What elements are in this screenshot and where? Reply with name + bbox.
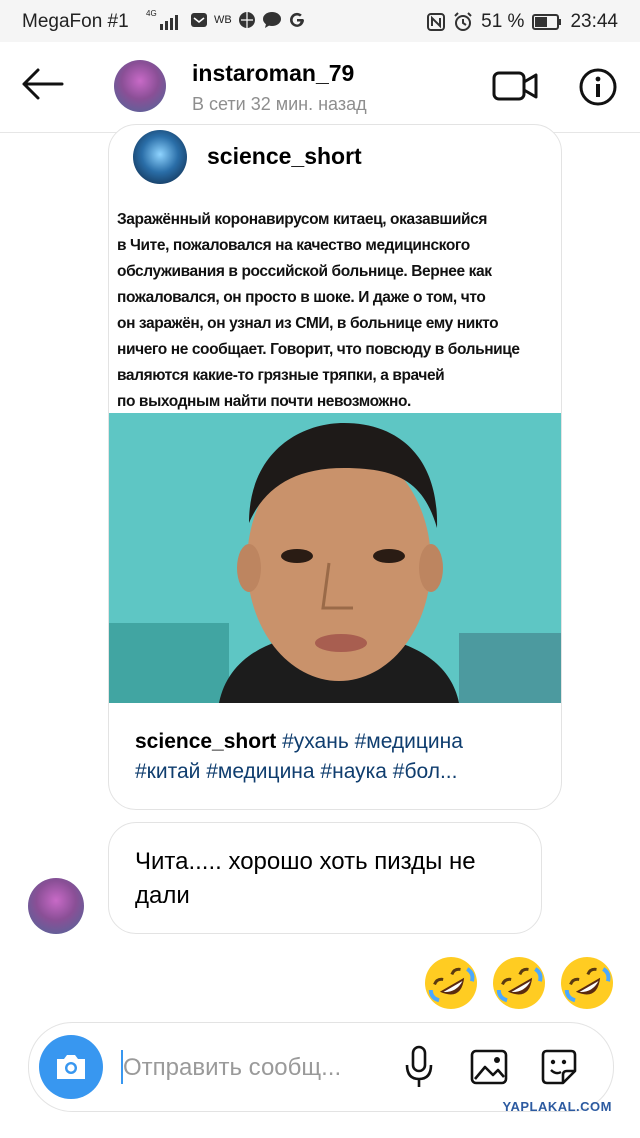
shared-post-card[interactable]: science_short Заражённый коронавирусом к… xyxy=(108,124,562,810)
message-input[interactable] xyxy=(123,1051,393,1085)
notification-icons: WB xyxy=(190,11,306,29)
post-caption[interactable]: science_short #ухань #медицина #китай #м… xyxy=(135,727,545,787)
post-text-line: ничего не сообщает. Говорит, что повсюду… xyxy=(117,341,520,358)
post-photo[interactable] xyxy=(109,413,561,703)
microphone-icon[interactable] xyxy=(403,1045,435,1089)
status-bar: MegaFon #1 4G WB 51 % 23:44 xyxy=(0,0,640,42)
sender-avatar[interactable] xyxy=(28,878,84,934)
caption-line-1: science_short #ухань #медицина xyxy=(135,727,545,757)
network-type-badge: 4G xyxy=(146,9,157,18)
post-text-line: Заражённый коронавирусом китаец, оказавш… xyxy=(117,211,487,228)
contact-username[interactable]: instaroman_79 xyxy=(192,60,354,87)
video-call-icon[interactable] xyxy=(492,68,538,104)
message-text: Чита..... хорошо хоть пизды не дали xyxy=(135,848,476,909)
wb-app-icon: WB xyxy=(214,14,232,26)
contact-avatar[interactable] xyxy=(114,60,166,112)
chat-header: instaroman_79 В сети 32 мин. назад xyxy=(0,42,640,133)
post-text-line: валяются какие-то грязные тряпки, а врач… xyxy=(117,367,445,384)
status-right: 51 % 23:44 xyxy=(427,11,618,33)
post-text-line: пожаловался, он просто в шоке. И даже о … xyxy=(117,289,486,306)
gallery-icon[interactable] xyxy=(469,1047,509,1087)
rolling-on-floor-laughing-emoji xyxy=(561,957,613,1009)
emoji-message[interactable] xyxy=(422,954,616,1012)
rolling-on-floor-laughing-emoji xyxy=(425,957,477,1009)
chat-app-icon xyxy=(262,12,281,28)
post-text-line: обслуживания в российской больнице. Верн… xyxy=(117,263,492,280)
watermark: YAPLAKAL.COM xyxy=(502,1099,612,1114)
rolling-on-floor-laughing-emoji xyxy=(493,957,545,1009)
camera-button[interactable] xyxy=(39,1035,103,1099)
battery-percent: 51 % xyxy=(481,11,525,32)
contact-online-status: В сети 32 мин. назад xyxy=(192,94,367,114)
clock: 23:44 xyxy=(570,11,618,32)
camera-icon xyxy=(57,1055,85,1079)
nfc-icon xyxy=(427,13,446,31)
carrier-name: MegaFon #1 xyxy=(22,11,129,32)
globe-app-icon xyxy=(238,12,255,28)
caption-hashtags-2: #китай #медицина #наука #бол... xyxy=(135,760,458,783)
back-arrow-icon[interactable] xyxy=(18,64,66,104)
caption-hashtags-1: #ухань #медицина xyxy=(282,730,463,753)
mail-app-icon xyxy=(191,13,207,27)
sticker-icon[interactable] xyxy=(539,1047,579,1087)
battery-icon xyxy=(532,14,562,30)
post-text-block: Заражённый коронавирусом китаец, оказавш… xyxy=(117,207,547,415)
caption-username: science_short xyxy=(135,730,277,753)
post-account-avatar[interactable] xyxy=(133,130,187,184)
google-app-icon xyxy=(289,12,304,27)
post-text-line: в Чите, пожаловался на качество медицинс… xyxy=(117,237,470,254)
post-account-name[interactable]: science_short xyxy=(207,143,362,170)
alarm-icon xyxy=(454,12,472,31)
post-text-line: по выходным найти почти невозможно. xyxy=(117,393,411,410)
info-icon[interactable] xyxy=(578,67,618,107)
post-text-line: он заражён, он узнал из СМИ, в больнице … xyxy=(117,315,499,332)
message-bubble[interactable]: Чита..... хорошо хоть пизды не дали xyxy=(108,822,542,934)
signal-icon xyxy=(160,12,184,36)
